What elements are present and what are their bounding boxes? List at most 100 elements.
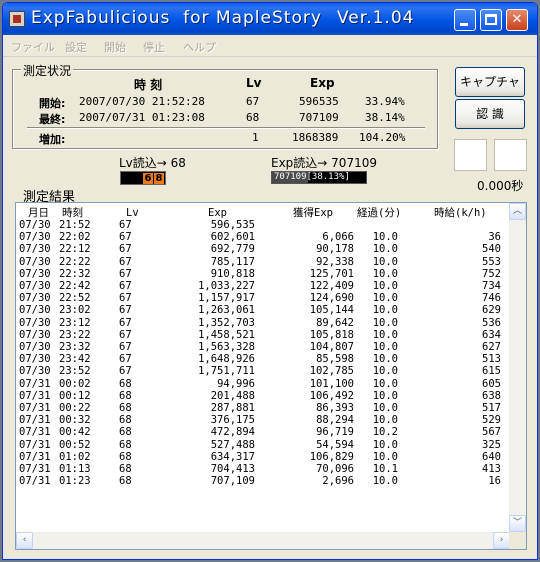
row-date: 07/31 xyxy=(19,438,51,451)
start-exp: 596535 xyxy=(299,95,339,108)
table-row[interactable]: 07/30 22:42 67 1,033,227 122,409 10.0 734 xyxy=(19,280,509,292)
exp-capture-bar: 707109[38.13%] xyxy=(271,171,367,184)
close-button[interactable]: ✕ xyxy=(506,9,528,31)
row-time: 01:02 xyxy=(59,450,91,463)
header-exp: Exp xyxy=(310,76,335,90)
row-elapsed: 10.2 xyxy=(372,426,398,439)
header-time: 時 刻 xyxy=(134,78,163,92)
row-time: 23:22 xyxy=(59,328,91,341)
col-gained-exp[interactable]: 獲得Exp xyxy=(293,207,333,219)
row-time: 22:02 xyxy=(59,231,91,244)
row-rate: 325 xyxy=(482,438,501,451)
lv-capture-display: 6 8 xyxy=(120,171,166,185)
row-rate: 16 xyxy=(488,475,501,488)
row-rate: 640 xyxy=(482,450,501,463)
menu-file[interactable]: ファイル xyxy=(11,39,55,55)
menu-stop[interactable]: 停止 xyxy=(143,39,165,55)
maximize-button[interactable] xyxy=(480,9,502,31)
preview-box-1 xyxy=(454,139,487,171)
title-bar[interactable]: ExpFabulicious for MapleStory Ver.1.04 ✕ xyxy=(3,3,537,35)
menu-settings[interactable]: 設定 xyxy=(65,39,87,55)
table-row[interactable]: 07/30 23:52 67 1,751,711 102,785 10.0 615 xyxy=(19,365,509,377)
col-date[interactable]: 月日 xyxy=(28,207,49,219)
row-exp: 1,648,926 xyxy=(198,353,255,366)
table-row[interactable]: 07/31 00:32 68 376,175 88,294 10.0 529 xyxy=(19,414,509,426)
menu-help[interactable]: ヘルプ xyxy=(183,39,216,55)
capture-button[interactable]: キャプチャ xyxy=(455,67,525,97)
table-row[interactable]: 07/31 01:02 68 634,317 106,829 10.0 640 xyxy=(19,451,509,463)
table-row[interactable]: 07/31 00:02 68 94,996 101,100 10.0 605 xyxy=(19,378,509,390)
row-time: 22:42 xyxy=(59,280,91,292)
row-exp: 1,352,703 xyxy=(198,316,255,329)
start-lv: 67 xyxy=(246,95,260,108)
table-row[interactable]: 07/31 00:22 68 287,881 86,393 10.0 517 xyxy=(19,402,509,414)
row-lv: 68 xyxy=(119,475,132,488)
scroll-right-button[interactable]: › xyxy=(493,532,510,549)
table-row[interactable]: 07/30 23:12 67 1,352,703 89,642 10.0 536 xyxy=(19,317,509,329)
row-time: 00:42 xyxy=(59,426,91,439)
row-exp: 472,894 xyxy=(210,426,255,439)
recognize-button[interactable]: 認 識 xyxy=(455,99,525,129)
row-time: 22:22 xyxy=(59,255,91,268)
preview-box-2 xyxy=(494,139,527,171)
table-row[interactable]: 07/31 01:13 68 704,413 70,096 10.1 413 xyxy=(19,463,509,475)
table-row[interactable]: 07/30 23:22 67 1,458,521 105,818 10.0 634 xyxy=(19,329,509,341)
table-row[interactable]: 07/30 22:22 67 785,117 92,338 10.0 553 xyxy=(19,256,509,268)
table-row[interactable]: 07/31 00:42 68 472,894 96,719 10.2 567 xyxy=(19,426,509,438)
row-gained-exp: 104,807 xyxy=(309,341,354,353)
col-lv[interactable]: Lv xyxy=(126,207,139,219)
table-row[interactable]: 07/30 22:12 67 692,779 90,178 10.0 540 xyxy=(19,243,509,255)
row-elapsed: 10.0 xyxy=(372,267,398,280)
row-date: 07/31 xyxy=(19,426,51,439)
table-row[interactable]: 07/30 23:42 67 1,648,926 85,598 10.0 513 xyxy=(19,353,509,365)
row-lv: 67 xyxy=(119,316,132,329)
latest-lv: 68 xyxy=(246,111,260,124)
col-time[interactable]: 時刻 xyxy=(62,207,83,219)
app-icon[interactable] xyxy=(9,11,25,27)
row-gained-exp: 89,642 xyxy=(316,316,354,329)
row-elapsed: 10.0 xyxy=(372,353,398,366)
row-lv: 67 xyxy=(119,243,132,256)
row-gained-exp: 54,594 xyxy=(316,438,354,451)
row-gained-exp: 2,696 xyxy=(322,475,354,488)
row-time: 00:12 xyxy=(59,389,91,402)
scroll-up-button[interactable]: ︿ xyxy=(509,203,526,220)
horizontal-scrollbar[interactable]: ‹ › xyxy=(16,532,510,549)
table-row[interactable]: 07/31 00:12 68 201,488 106,492 10.0 638 xyxy=(19,390,509,402)
row-lv: 67 xyxy=(119,292,132,305)
col-exp[interactable]: Exp xyxy=(208,207,227,219)
table-row[interactable]: 07/31 00:52 68 527,488 54,594 10.0 325 xyxy=(19,439,509,451)
row-date: 07/31 xyxy=(19,414,51,427)
results-list[interactable]: 月日 時刻 Lv Exp 獲得Exp 経過(分) 時給(k/h) 07/30 21… xyxy=(15,202,527,550)
minimize-button[interactable] xyxy=(454,9,476,31)
row-date: 07/30 xyxy=(19,341,51,353)
scrollbar-corner xyxy=(509,532,526,549)
table-row[interactable]: 07/30 22:52 67 1,157,917 124,690 10.0 746 xyxy=(19,292,509,304)
table-row[interactable]: 07/31 01:23 68 707,109 2,696 10.0 16 xyxy=(19,475,509,487)
table-row[interactable]: 07/30 23:02 67 1,263,061 105,144 10.0 629 xyxy=(19,304,509,316)
row-gained-exp: 90,178 xyxy=(316,243,354,256)
col-elapsed[interactable]: 経過(分) xyxy=(357,207,401,219)
row-lv: 68 xyxy=(119,377,132,390)
table-row[interactable]: 07/30 22:02 67 602,601 6,066 10.0 36 xyxy=(19,231,509,243)
menu-start[interactable]: 開始 xyxy=(104,39,126,55)
scroll-left-button[interactable]: ‹ xyxy=(16,532,33,549)
row-gained-exp: 102,785 xyxy=(309,365,354,378)
row-lv: 67 xyxy=(119,267,132,280)
row-exp: 634,317 xyxy=(210,450,255,463)
table-row[interactable]: 07/30 23:32 67 1,563,328 104,807 10.0 627 xyxy=(19,341,509,353)
row-gained-exp: 105,818 xyxy=(309,328,354,341)
row-time: 00:02 xyxy=(59,377,91,390)
row-lv: 68 xyxy=(119,450,132,463)
row-time: 23:52 xyxy=(59,365,91,378)
row-elapsed: 10.0 xyxy=(372,365,398,378)
table-row[interactable]: 07/30 21:52 67 596,535 xyxy=(19,219,509,231)
col-rate[interactable]: 時給(k/h) xyxy=(434,207,487,219)
row-lv: 68 xyxy=(119,426,132,439)
row-exp: 785,117 xyxy=(210,255,255,268)
row-rate: 529 xyxy=(482,414,501,427)
table-row[interactable]: 07/30 22:32 67 910,818 125,701 10.0 752 xyxy=(19,268,509,280)
vertical-scrollbar[interactable]: ︿ ﹀ xyxy=(509,203,526,532)
row-exp: 707,109 xyxy=(210,475,255,488)
scroll-down-button[interactable]: ﹀ xyxy=(509,515,526,532)
